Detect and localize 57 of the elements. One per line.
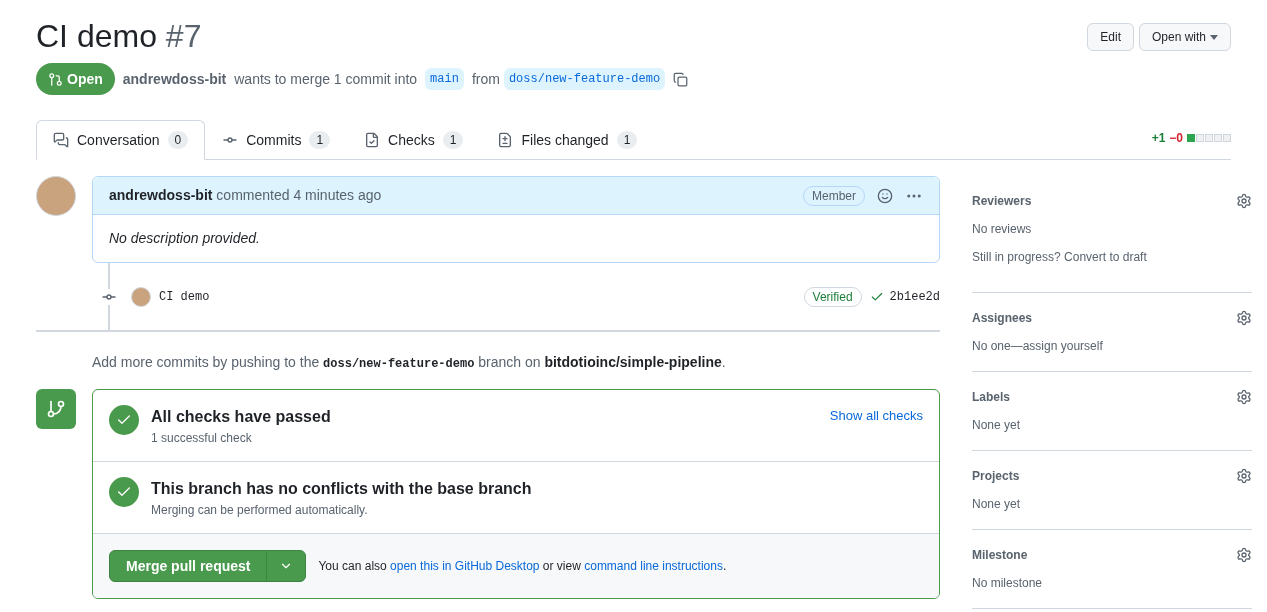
comment-header: andrewdoss-bit commented 4 minutes ago xyxy=(109,186,382,205)
tab[interactable]: Checks 1 xyxy=(347,120,481,160)
speech-bubbles-icon xyxy=(53,132,69,148)
author-link[interactable]: andrewdoss-bit xyxy=(122,68,227,90)
additions-count: +1 xyxy=(1151,130,1166,147)
caret-icon xyxy=(1210,34,1218,40)
sidebar-heading[interactable]: Milestone xyxy=(972,546,1028,564)
check-subtitle: 1 successful check xyxy=(151,430,253,447)
settings-icon[interactable] xyxy=(1236,389,1252,405)
branch-label[interactable]: doss/new-feature-demo xyxy=(503,68,666,90)
merge-text: from xyxy=(471,69,500,89)
sidebar-text: No one—assign yourself xyxy=(972,338,1104,355)
merge-status-icon xyxy=(36,389,76,429)
comment-body: No description provided. xyxy=(108,229,261,248)
text-link[interactable]: open this in GitHub Desktop xyxy=(390,559,540,573)
check-subtitle: Merging can be performed automatically. xyxy=(151,502,369,519)
settings-icon[interactable] xyxy=(1236,310,1252,326)
settings-icon[interactable] xyxy=(1236,193,1252,209)
check-title: This branch has no conflicts with the base branch xyxy=(151,479,533,499)
pr-title: CI demo #7 xyxy=(36,17,202,56)
sidebar-text: None yet xyxy=(972,417,1022,434)
deletions-count: −0 xyxy=(1169,130,1183,147)
commit-message[interactable]: CI demo xyxy=(159,288,210,306)
sidebar-text: Still in progress? Convert to draft xyxy=(972,249,1148,266)
success-check-icon xyxy=(109,477,139,507)
sidebar-text: None yet xyxy=(972,496,1022,513)
settings-icon[interactable] xyxy=(1236,547,1252,563)
show-all-checks-link[interactable]: Show all checks xyxy=(829,406,923,426)
sidebar-heading[interactable]: Reviewers xyxy=(972,192,1032,210)
copy-icon[interactable] xyxy=(673,71,689,87)
branch-label[interactable]: main xyxy=(425,68,464,90)
tab[interactable]: Conversation 0 xyxy=(36,120,206,160)
merge-text: wants to merge 1 commit into xyxy=(234,69,418,89)
sidebar-text: No milestone xyxy=(972,575,1044,592)
push-note: Add more commits by pushing to the doss/new-feature-demo branch on bitdotioinc/simple-pipeline. xyxy=(92,353,727,373)
tab[interactable]: Files changed 1 xyxy=(480,120,655,160)
settings-icon[interactable] xyxy=(1236,468,1252,484)
tab[interactable]: Commits 1 xyxy=(205,120,348,160)
check-icon xyxy=(869,290,884,304)
open-state-badge: Open xyxy=(36,63,115,95)
sidebar-heading[interactable]: Assignees xyxy=(972,309,1033,327)
sidebar-heading[interactable]: Labels xyxy=(972,388,1010,406)
check-title: All checks have passed xyxy=(151,407,332,427)
emoji-icon[interactable] xyxy=(877,187,893,204)
merge-button[interactable]: Merge pull request xyxy=(109,550,307,582)
file-diff-icon xyxy=(497,132,514,148)
sidebar-heading[interactable]: Projects xyxy=(972,467,1020,485)
checklist-icon xyxy=(364,132,381,148)
text-link[interactable]: command line instructions xyxy=(584,559,723,573)
success-check-icon xyxy=(109,405,139,435)
sidebar-text: No reviews xyxy=(972,221,1033,238)
avatar xyxy=(131,287,151,307)
avatar xyxy=(36,176,76,216)
open-with-button[interactable]: Open with xyxy=(1138,23,1231,51)
edit-button[interactable]: Edit xyxy=(1087,23,1134,51)
merge-note: You can also open this in GitHub Desktop or view command line instructions. xyxy=(318,558,727,575)
commit-sha[interactable]: 2b1ee2d xyxy=(889,288,940,306)
